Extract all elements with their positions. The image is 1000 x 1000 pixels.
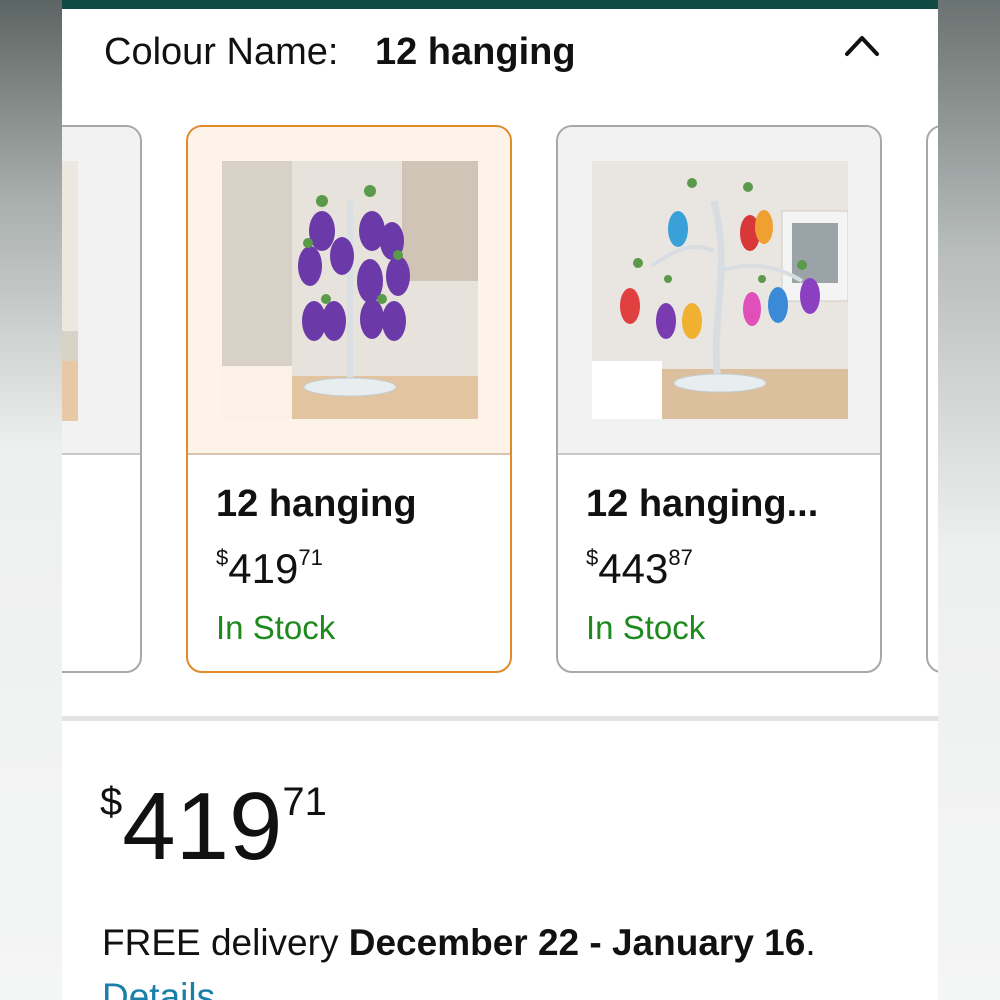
section-divider (62, 716, 938, 721)
variant-title: 12 hanging... (586, 483, 819, 525)
price-currency-symbol: $ (216, 545, 229, 570)
delivery-info: FREE delivery December 22 - January 16. (102, 922, 816, 964)
grape-tree-purple-image (222, 161, 478, 419)
main-price-fraction: 71 (282, 780, 327, 824)
price-currency-symbol: $ (586, 545, 599, 570)
delivery-prefix: FREE delivery (102, 922, 349, 963)
variant-carousel: 12 hanging $41971 In Stock 12 hanging...… (62, 125, 938, 675)
stock-status: In Stock (586, 609, 706, 646)
variant-card-partial-left[interactable] (62, 125, 142, 673)
delivery-dates: December 22 - January 16 (348, 922, 806, 963)
main-price-currency-symbol: $ (100, 780, 123, 824)
variant-card-selected[interactable]: 12 hanging $41971 In Stock (186, 125, 512, 673)
variant-card[interactable]: 12 hanging... $44387 In Stock (556, 125, 882, 673)
main-price: $41971 (100, 772, 327, 882)
price-whole: 419 (228, 545, 299, 592)
variant-card-partial-right[interactable] (926, 125, 938, 673)
top-accent-bar (62, 0, 938, 9)
delivery-suffix: . (805, 922, 816, 963)
left-backdrop (0, 0, 62, 1000)
product-panel: Colour Name: 12 hanging 12 hanging $4197… (62, 0, 938, 1000)
stock-status: In Stock (216, 609, 336, 646)
colour-name-row: Colour Name: 12 hanging (104, 30, 576, 76)
price-fraction: 87 (668, 545, 693, 570)
grape-tree-multicolor-image (592, 161, 848, 419)
chevron-up-icon[interactable] (844, 30, 880, 60)
details-link[interactable]: Details (102, 976, 215, 1000)
variant-title: 12 hanging (216, 483, 417, 525)
colour-name-value: 12 hanging (374, 31, 576, 73)
price-fraction: 71 (298, 545, 323, 570)
colour-name-label: Colour Name: (104, 31, 339, 73)
right-backdrop (938, 0, 1000, 1000)
variant-price: $44387 (586, 545, 693, 593)
variant-image (62, 127, 140, 455)
variant-image (188, 127, 510, 455)
price-whole: 443 (598, 545, 669, 592)
variant-price: $41971 (216, 545, 323, 593)
variant-image (558, 127, 880, 455)
main-price-whole: 419 (122, 773, 283, 880)
